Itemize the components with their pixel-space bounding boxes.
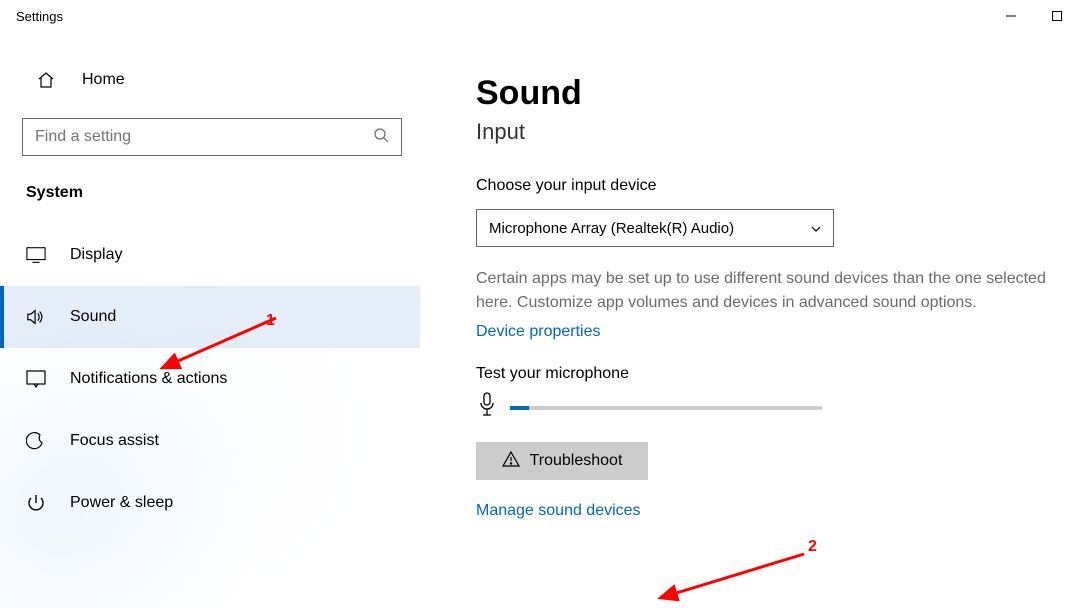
nav-label: Power & sleep bbox=[70, 494, 173, 512]
nav-label: Notifications & actions bbox=[70, 370, 227, 388]
device-properties-link[interactable]: Device properties bbox=[476, 323, 601, 341]
power-icon bbox=[26, 493, 46, 513]
sidebar-item-power[interactable]: Power & sleep bbox=[0, 472, 420, 534]
sidebar-item-sound[interactable]: Sound bbox=[0, 286, 420, 348]
sidebar-item-display[interactable]: Display bbox=[0, 224, 420, 286]
window-controls bbox=[988, 0, 1080, 32]
nav-label: Display bbox=[70, 246, 122, 264]
home-nav[interactable]: Home bbox=[0, 60, 420, 100]
sidebar-item-notifications[interactable]: Notifications & actions bbox=[0, 348, 420, 410]
warning-icon bbox=[502, 451, 520, 472]
troubleshoot-label: Troubleshoot bbox=[530, 452, 623, 470]
home-label: Home bbox=[82, 71, 125, 89]
display-icon bbox=[26, 245, 46, 265]
search-icon bbox=[373, 127, 389, 148]
sound-icon bbox=[26, 307, 46, 327]
test-mic-label: Test your microphone bbox=[476, 365, 1072, 383]
minimize-button[interactable] bbox=[988, 0, 1034, 32]
dropdown-value: Microphone Array (Realtek(R) Audio) bbox=[489, 220, 734, 237]
nav-label: Sound bbox=[70, 308, 116, 326]
manage-sound-devices-link[interactable]: Manage sound devices bbox=[476, 502, 641, 520]
category-label: System bbox=[26, 184, 420, 202]
section-title: Input bbox=[476, 119, 1072, 145]
focus-assist-icon bbox=[26, 431, 46, 451]
choose-input-label: Choose your input device bbox=[476, 177, 1072, 195]
search-input[interactable] bbox=[35, 128, 373, 146]
nav-label: Focus assist bbox=[70, 432, 159, 450]
page-title: Sound bbox=[476, 74, 1072, 113]
microphone-icon bbox=[476, 391, 498, 424]
mic-level-fill bbox=[510, 406, 529, 410]
search-box[interactable] bbox=[22, 118, 402, 156]
input-description: Certain apps may be set up to use differ… bbox=[476, 267, 1056, 315]
mic-level-bar bbox=[510, 406, 822, 410]
content-area: Sound Input Choose your input device Mic… bbox=[420, 32, 1080, 608]
maximize-button[interactable] bbox=[1034, 0, 1080, 32]
troubleshoot-button[interactable]: Troubleshoot bbox=[476, 442, 648, 480]
sidebar-item-focus-assist[interactable]: Focus assist bbox=[0, 410, 420, 472]
window-title: Settings bbox=[16, 9, 63, 24]
notifications-icon bbox=[26, 369, 46, 389]
titlebar: Settings bbox=[0, 0, 1080, 32]
chevron-down-icon bbox=[809, 222, 821, 234]
home-icon bbox=[36, 70, 56, 90]
input-device-dropdown[interactable]: Microphone Array (Realtek(R) Audio) bbox=[476, 209, 834, 247]
sidebar: Home System bbox=[0, 32, 420, 608]
